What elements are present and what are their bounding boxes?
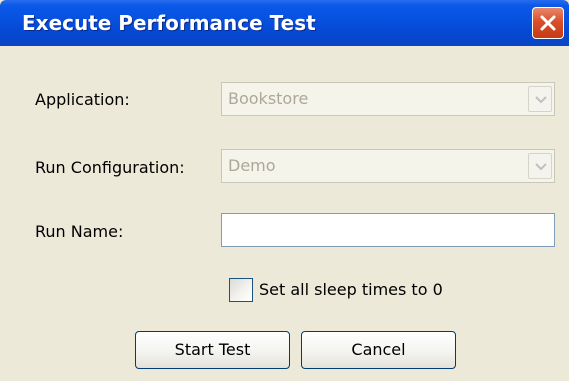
sleep-times-checkbox-label[interactable]: Set all sleep times to 0 — [259, 279, 443, 301]
execute-performance-test-dialog: Execute Performance Test Application: Bo… — [0, 0, 569, 381]
chevron-down-icon — [535, 163, 547, 171]
window-title: Execute Performance Test — [22, 11, 316, 35]
chevron-down-icon — [535, 96, 547, 104]
run-configuration-select-value: Demo — [228, 156, 276, 175]
close-icon — [540, 15, 556, 31]
run-configuration-dropdown-button[interactable] — [528, 153, 552, 179]
close-button[interactable] — [532, 7, 564, 39]
application-dropdown-button[interactable] — [528, 86, 552, 112]
title-bar[interactable]: Execute Performance Test — [0, 0, 569, 46]
application-select-value: Bookstore — [228, 89, 309, 108]
run-name-label: Run Name: — [35, 222, 124, 241]
run-configuration-select[interactable]: Demo — [221, 149, 555, 183]
run-configuration-label: Run Configuration: — [35, 158, 185, 177]
start-test-button[interactable]: Start Test — [135, 331, 290, 369]
run-name-input[interactable] — [221, 213, 555, 247]
sleep-times-checkbox[interactable] — [229, 278, 253, 302]
application-label: Application: — [35, 90, 130, 109]
cancel-button[interactable]: Cancel — [301, 331, 456, 369]
application-select[interactable]: Bookstore — [221, 82, 555, 116]
